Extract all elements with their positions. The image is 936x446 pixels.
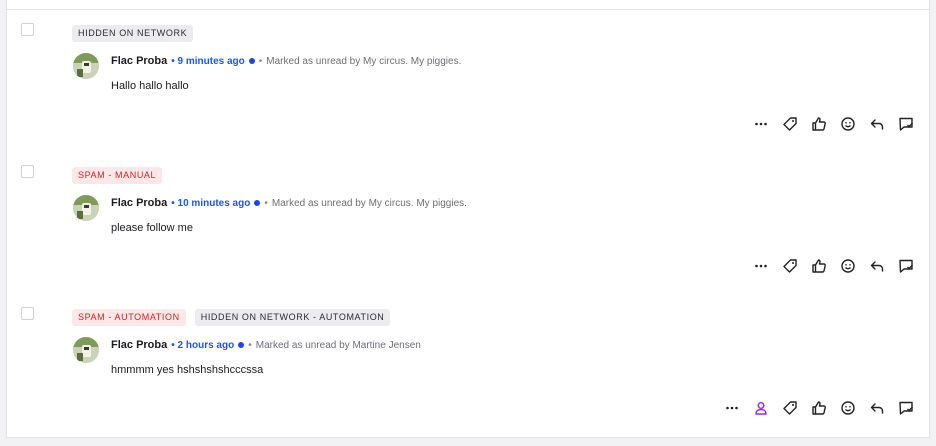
separator: • bbox=[248, 339, 252, 351]
separator: • bbox=[264, 197, 268, 209]
author-name[interactable]: Flac Proba bbox=[111, 55, 167, 67]
avatar[interactable] bbox=[73, 195, 99, 221]
read-status: Marked as unread by My circus. My piggie… bbox=[271, 197, 467, 209]
comment-text: Hallo hallo hallo bbox=[111, 80, 189, 92]
comment-meta: Flac Proba • 10 minutes ago • Marked as … bbox=[111, 197, 467, 209]
unread-dot-icon bbox=[238, 342, 245, 348]
more-icon[interactable] bbox=[751, 256, 771, 276]
timestamp[interactable]: • 10 minutes ago bbox=[171, 198, 250, 209]
select-checkbox[interactable] bbox=[21, 23, 34, 36]
badge-list: HIDDEN ON NETWORK bbox=[72, 25, 194, 42]
author-name[interactable]: Flac Proba bbox=[111, 197, 167, 209]
status-badge: SPAM - MANUAL bbox=[72, 167, 163, 184]
status-badge: HIDDEN ON NETWORK bbox=[72, 25, 194, 42]
comment-text: hmmmm yes hshshshshcccssa bbox=[111, 364, 264, 376]
select-checkbox[interactable] bbox=[21, 165, 34, 178]
avatar[interactable] bbox=[73, 53, 99, 79]
reply-icon[interactable] bbox=[867, 256, 887, 276]
tag-icon[interactable] bbox=[780, 256, 800, 276]
thumbs-up-icon[interactable] bbox=[809, 398, 829, 418]
badge-list: SPAM - MANUAL bbox=[72, 167, 163, 184]
tag-icon[interactable] bbox=[780, 398, 800, 418]
smile-icon[interactable] bbox=[838, 114, 858, 134]
comment-meta: Flac Proba • 2 hours ago • Marked as unr… bbox=[111, 339, 421, 351]
comment-item: HIDDEN ON NETWORK Flac Proba • 9 minutes… bbox=[6, 10, 930, 152]
tag-icon[interactable] bbox=[780, 114, 800, 134]
smile-icon[interactable] bbox=[838, 256, 858, 276]
reply-icon[interactable] bbox=[867, 398, 887, 418]
comment-check-icon[interactable] bbox=[896, 398, 916, 418]
comment-check-icon[interactable] bbox=[896, 256, 916, 276]
comment-item: SPAM - AUTOMATION HIDDEN ON NETWORK - AU… bbox=[6, 294, 930, 436]
comment-text: please follow me bbox=[111, 222, 193, 234]
timestamp[interactable]: • 9 minutes ago bbox=[171, 56, 245, 67]
comment-item: SPAM - MANUAL Flac Proba • 10 minutes ag… bbox=[6, 152, 930, 294]
timestamp[interactable]: • 2 hours ago bbox=[171, 340, 234, 351]
unread-dot-icon bbox=[254, 200, 261, 206]
avatar-image bbox=[73, 53, 99, 79]
avatar[interactable] bbox=[73, 337, 99, 363]
more-icon[interactable] bbox=[751, 114, 771, 134]
status-badge: HIDDEN ON NETWORK - AUTOMATION bbox=[194, 309, 391, 326]
assign-user-icon[interactable] bbox=[751, 398, 771, 418]
avatar-image bbox=[73, 337, 99, 363]
read-status: Marked as unread by My circus. My piggie… bbox=[266, 55, 462, 67]
comment-check-icon[interactable] bbox=[896, 114, 916, 134]
smile-icon[interactable] bbox=[838, 398, 858, 418]
read-status: Marked as unread by Martine Jensen bbox=[255, 339, 421, 351]
unread-dot-icon bbox=[248, 58, 255, 64]
action-bar bbox=[751, 114, 916, 134]
author-name[interactable]: Flac Proba bbox=[111, 339, 167, 351]
thumbs-up-icon[interactable] bbox=[809, 114, 829, 134]
status-badge: SPAM - AUTOMATION bbox=[72, 309, 186, 326]
comment-meta: Flac Proba • 9 minutes ago • Marked as u… bbox=[111, 55, 461, 67]
avatar-image bbox=[73, 195, 99, 221]
badge-list: SPAM - AUTOMATION HIDDEN ON NETWORK - AU… bbox=[72, 309, 391, 326]
select-checkbox[interactable] bbox=[21, 307, 34, 320]
thumbs-up-icon[interactable] bbox=[809, 256, 829, 276]
separator: • bbox=[258, 55, 263, 67]
action-bar bbox=[722, 398, 916, 418]
reply-icon[interactable] bbox=[867, 114, 887, 134]
more-icon[interactable] bbox=[722, 398, 742, 418]
action-bar bbox=[751, 256, 916, 276]
